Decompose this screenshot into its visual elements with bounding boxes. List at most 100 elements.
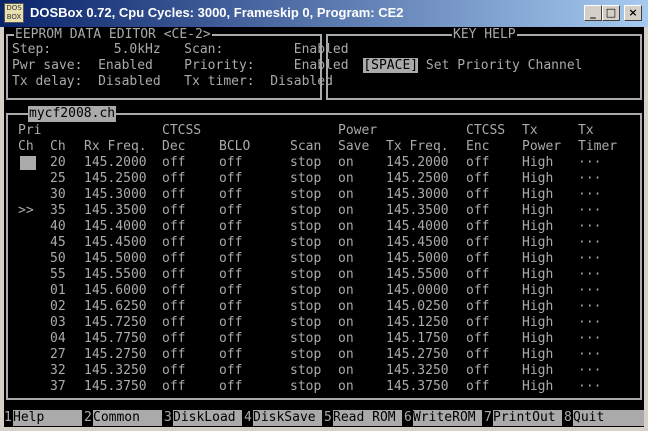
cell-power[interactable]: High bbox=[522, 379, 553, 395]
cell-rx[interactable]: 145.3750 bbox=[84, 379, 147, 395]
cell-enc[interactable]: off bbox=[466, 315, 489, 331]
fkey-read-rom-button[interactable]: Read ROM bbox=[333, 410, 402, 426]
cell-timer[interactable]: ··· bbox=[578, 187, 601, 203]
cell-bclo[interactable]: off bbox=[219, 363, 242, 379]
cell-dec[interactable]: off bbox=[162, 283, 185, 299]
cell-save[interactable]: on bbox=[338, 299, 354, 315]
cell-enc[interactable]: off bbox=[466, 155, 489, 171]
cell-enc[interactable]: off bbox=[466, 379, 489, 395]
cell-save[interactable]: on bbox=[338, 203, 354, 219]
cell-scan[interactable]: stop bbox=[290, 315, 321, 331]
cell-rx[interactable]: 145.5500 bbox=[84, 267, 147, 283]
fkey-diskload-button[interactable]: DiskLoad bbox=[173, 410, 242, 426]
cell-rx[interactable]: 145.2500 bbox=[84, 171, 147, 187]
cell-dec[interactable]: off bbox=[162, 171, 185, 187]
maximize-button[interactable]: □ bbox=[602, 5, 620, 21]
channel-row[interactable]: 50 145.5000 off off stop on 145.5000 off High ··· bbox=[4, 251, 644, 267]
cell-enc[interactable]: off bbox=[466, 267, 489, 283]
title-bar[interactable]: DOS BOX DOSBox 0.72, Cpu Cycles: 3000, F… bbox=[0, 0, 648, 27]
cell-timer[interactable]: ··· bbox=[578, 267, 601, 283]
cell-bclo[interactable]: off bbox=[219, 267, 242, 283]
cell-power[interactable]: High bbox=[522, 315, 553, 331]
channel-row[interactable]: 55 145.5500 off off stop on 145.5500 off High ··· bbox=[4, 267, 644, 283]
cell-timer[interactable]: ··· bbox=[578, 315, 601, 331]
cell-tx[interactable]: 145.3500 bbox=[386, 203, 449, 219]
cell-ch[interactable]: 37 bbox=[50, 379, 66, 395]
cell-save[interactable]: on bbox=[338, 155, 354, 171]
cell-dec[interactable]: off bbox=[162, 219, 185, 235]
cell-scan[interactable]: stop bbox=[290, 347, 321, 363]
cell-save[interactable]: on bbox=[338, 171, 354, 187]
fkey-writerom-button[interactable]: WriteROM bbox=[413, 410, 482, 426]
cell-scan[interactable]: stop bbox=[290, 203, 321, 219]
cell-ch[interactable]: 04 bbox=[50, 331, 66, 347]
cell-rx[interactable]: 145.7750 bbox=[84, 331, 147, 347]
channel-row[interactable]: 45 145.4500 off off stop on 145.4500 off High ··· bbox=[4, 235, 644, 251]
cell-rx[interactable]: 145.3000 bbox=[84, 187, 147, 203]
fkey-help-button[interactable]: Help bbox=[13, 410, 82, 426]
cell-dec[interactable]: off bbox=[162, 315, 185, 331]
cell-power[interactable]: High bbox=[522, 347, 553, 363]
cell-timer[interactable]: ··· bbox=[578, 171, 601, 187]
cell-tx[interactable]: 145.2500 bbox=[386, 171, 449, 187]
cell-rx[interactable]: 145.2000 bbox=[84, 155, 147, 171]
cell-enc[interactable]: off bbox=[466, 187, 489, 203]
cell-power[interactable]: High bbox=[522, 235, 553, 251]
fkey-common-button[interactable]: Common bbox=[93, 410, 162, 426]
cell-enc[interactable]: off bbox=[466, 171, 489, 187]
cell-rx[interactable]: 145.6250 bbox=[84, 299, 147, 315]
cell-dec[interactable]: off bbox=[162, 347, 185, 363]
cell-timer[interactable]: ··· bbox=[578, 155, 601, 171]
cell-power[interactable]: High bbox=[522, 331, 553, 347]
cell-scan[interactable]: stop bbox=[290, 331, 321, 347]
cell-ch[interactable]: 40 bbox=[50, 219, 66, 235]
channel-row[interactable]: 30 145.3000 off off stop on 145.3000 off High ··· bbox=[4, 187, 644, 203]
cell-tx[interactable]: 145.0250 bbox=[386, 299, 449, 315]
cell-rx[interactable]: 145.4500 bbox=[84, 235, 147, 251]
channel-row[interactable]: 02 145.6250 off off stop on 145.0250 off High ··· bbox=[4, 299, 644, 315]
dos-screen[interactable]: EEPROM DATA EDITOR <CE-2> Step: 5.0kHz S… bbox=[4, 27, 644, 427]
cell-ch[interactable]: 27 bbox=[50, 347, 66, 363]
cell-enc[interactable]: off bbox=[466, 347, 489, 363]
cell-dec[interactable]: off bbox=[162, 331, 185, 347]
cell-enc[interactable]: off bbox=[466, 299, 489, 315]
fkey-printout-button[interactable]: PrintOut bbox=[493, 410, 562, 426]
channel-row[interactable]: 25 145.2500 off off stop on 145.2500 off High ··· bbox=[4, 171, 644, 187]
cell-save[interactable]: on bbox=[338, 251, 354, 267]
cell-dec[interactable]: off bbox=[162, 363, 185, 379]
cell-pri[interactable]: >> bbox=[18, 203, 34, 219]
cell-power[interactable]: High bbox=[522, 155, 553, 171]
cell-scan[interactable]: stop bbox=[290, 155, 321, 171]
cell-dec[interactable]: off bbox=[162, 187, 185, 203]
cell-tx[interactable]: 145.1750 bbox=[386, 331, 449, 347]
cell-timer[interactable]: ··· bbox=[578, 235, 601, 251]
cell-tx[interactable]: 145.5500 bbox=[386, 267, 449, 283]
cell-scan[interactable]: stop bbox=[290, 219, 321, 235]
cell-ch[interactable]: 50 bbox=[50, 251, 66, 267]
dosbox-app-icon[interactable]: DOS BOX bbox=[4, 3, 24, 23]
cell-scan[interactable]: stop bbox=[290, 187, 321, 203]
minimize-button[interactable]: _ bbox=[584, 5, 602, 21]
cell-bclo[interactable]: off bbox=[219, 171, 242, 187]
cell-enc[interactable]: off bbox=[466, 219, 489, 235]
cell-scan[interactable]: stop bbox=[290, 299, 321, 315]
cell-save[interactable]: on bbox=[338, 267, 354, 283]
cell-rx[interactable]: 145.7250 bbox=[84, 315, 147, 331]
cell-bclo[interactable]: off bbox=[219, 379, 242, 395]
cell-timer[interactable]: ··· bbox=[578, 299, 601, 315]
cell-scan[interactable]: stop bbox=[290, 283, 321, 299]
cell-ch[interactable]: 35 bbox=[50, 203, 66, 219]
cell-dec[interactable]: off bbox=[162, 155, 185, 171]
cell-tx[interactable]: 145.5000 bbox=[386, 251, 449, 267]
cell-rx[interactable]: 145.5000 bbox=[84, 251, 147, 267]
cell-dec[interactable]: off bbox=[162, 203, 185, 219]
channel-row[interactable]: 32 145.3250 off off stop on 145.3250 off High ··· bbox=[4, 363, 644, 379]
cell-ch[interactable]: 32 bbox=[50, 363, 66, 379]
cell-ch[interactable]: 55 bbox=[50, 267, 66, 283]
cell-timer[interactable]: ··· bbox=[578, 283, 601, 299]
cell-bclo[interactable]: off bbox=[219, 315, 242, 331]
cell-dec[interactable]: off bbox=[162, 299, 185, 315]
cell-ch[interactable]: 20 bbox=[50, 155, 66, 171]
cell-power[interactable]: High bbox=[522, 251, 553, 267]
cell-bclo[interactable]: off bbox=[219, 347, 242, 363]
